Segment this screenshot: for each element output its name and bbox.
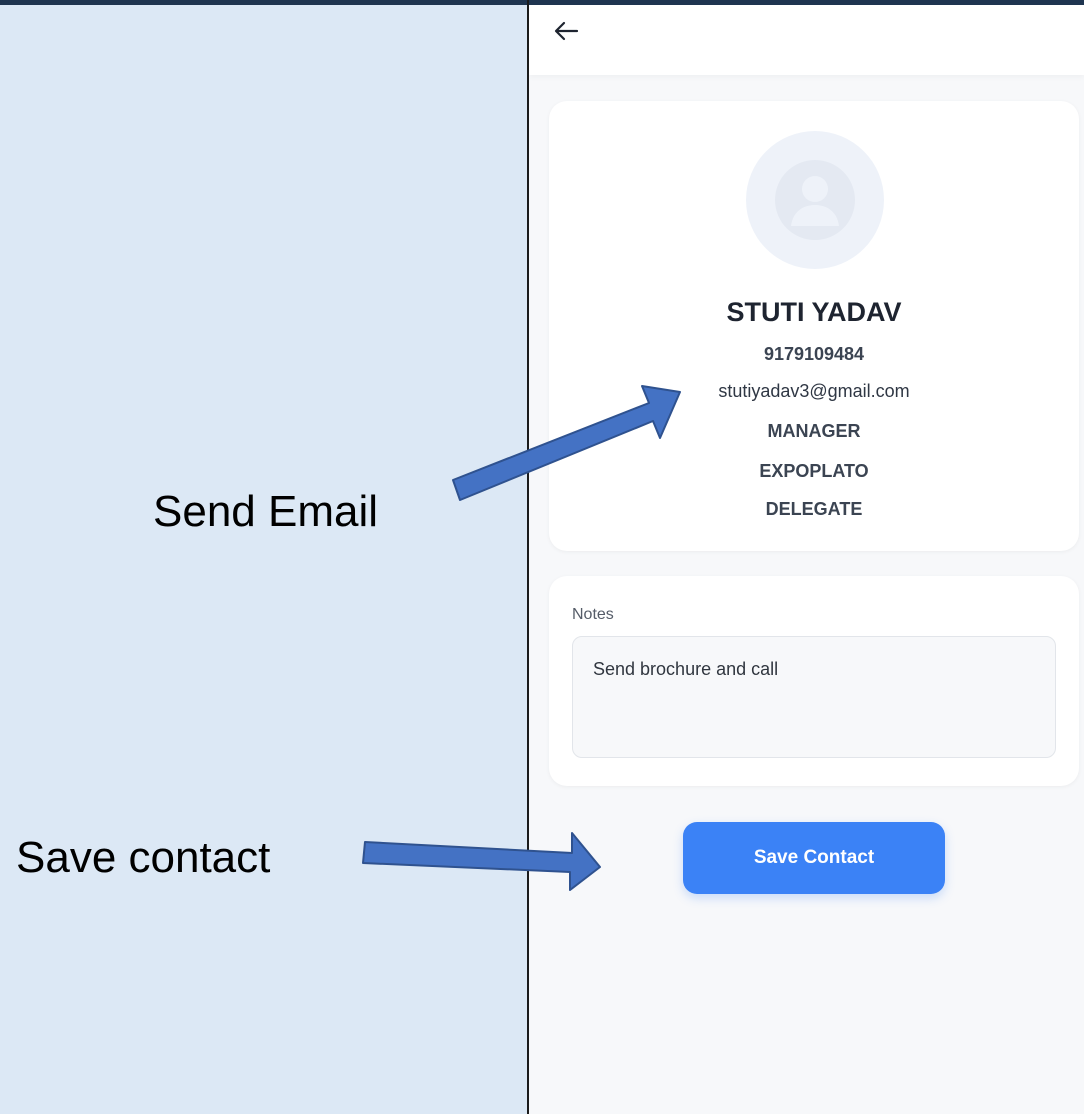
save-contact-arrow [362, 832, 601, 891]
annotation-arrows [362, 385, 681, 891]
send-email-arrow [452, 385, 681, 501]
